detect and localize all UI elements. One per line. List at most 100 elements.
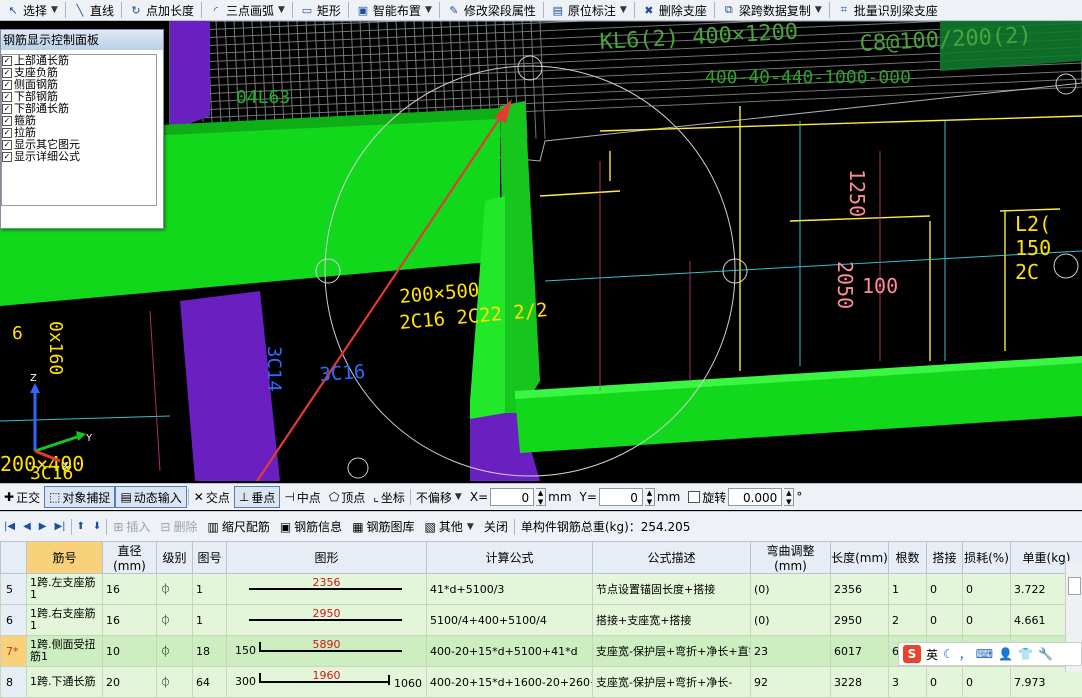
- coordinate-snap[interactable]: ⌞坐标: [369, 487, 409, 507]
- cell-name[interactable]: 1跨.下通长筋: [27, 667, 103, 698]
- cell-desc[interactable]: 节点设置锚固长度+搭接: [593, 574, 751, 605]
- chevron-down-icon[interactable]: ▼: [278, 5, 285, 15]
- first-record-icon[interactable]: |◀: [0, 521, 19, 532]
- cell-dia[interactable]: 16: [103, 605, 157, 636]
- column-header[interactable]: 损耗(%): [963, 542, 1011, 574]
- cell-dia[interactable]: 20: [103, 667, 157, 698]
- move-down-icon[interactable]: ⬇: [89, 521, 105, 532]
- vertex-snap[interactable]: ⬠顶点: [325, 487, 369, 507]
- cell-loss[interactable]: 0: [963, 605, 1011, 636]
- row-number[interactable]: 5: [1, 574, 27, 605]
- cell-dia[interactable]: 16: [103, 574, 157, 605]
- cell-formula[interactable]: 41*d+5100/3: [427, 574, 593, 605]
- toolbar-edit-beam-button[interactable]: ✎修改梁段属性: [441, 1, 542, 19]
- column-header[interactable]: 直径(mm): [103, 542, 157, 574]
- y-input[interactable]: 0: [599, 488, 643, 506]
- intersection-snap[interactable]: ✕交点: [190, 487, 234, 507]
- column-header[interactable]: 筋号: [27, 542, 103, 574]
- prev-record-icon[interactable]: ◀: [19, 521, 35, 532]
- chevron-down-icon[interactable]: ▼: [425, 5, 432, 15]
- column-header[interactable]: 公式描述: [593, 542, 751, 574]
- row-number[interactable]: 8: [1, 667, 27, 698]
- checkbox[interactable]: ✓: [2, 68, 12, 78]
- cell-length[interactable]: 2356: [831, 574, 889, 605]
- object-snap-toggle[interactable]: ⬚对象捕捉: [44, 486, 115, 508]
- cell-fig[interactable]: 1: [193, 605, 227, 636]
- cell-fig[interactable]: 1: [193, 574, 227, 605]
- cell-shape[interactable]: 19603001060: [227, 667, 427, 698]
- scale-rebar-button[interactable]: ▥缩尺配筋: [202, 517, 274, 537]
- column-header[interactable]: 级别: [157, 542, 193, 574]
- cell-count[interactable]: 2: [889, 605, 927, 636]
- panel-item-8[interactable]: ✓显示详细公式: [2, 151, 156, 163]
- y-spinner[interactable]: ▲▼: [645, 488, 655, 506]
- cell-bend[interactable]: (0): [751, 605, 831, 636]
- cell-loss[interactable]: 0: [963, 574, 1011, 605]
- insert-button[interactable]: ⊞插入: [108, 517, 155, 537]
- checkbox[interactable]: ✓: [2, 116, 12, 126]
- ime-toolbar[interactable]: S 英 ☾ ， ⌨ 👤 👕 🔧: [898, 642, 1082, 666]
- close-button[interactable]: 关闭: [479, 517, 513, 537]
- cell-bend[interactable]: 92: [751, 667, 831, 698]
- cell-shape[interactable]: 5890150: [227, 636, 427, 667]
- other-menu[interactable]: ▧其他▼: [420, 517, 479, 537]
- checkbox[interactable]: ✓: [2, 56, 12, 66]
- chevron-down-icon[interactable]: ▼: [51, 5, 58, 15]
- cell-desc[interactable]: 搭接+支座宽+搭接: [593, 605, 751, 636]
- column-header[interactable]: 长度(mm): [831, 542, 889, 574]
- perpendicular-snap[interactable]: ⊥垂点: [234, 486, 280, 508]
- cell-lap[interactable]: 0: [927, 605, 963, 636]
- cell-count[interactable]: 1: [889, 574, 927, 605]
- column-header[interactable]: [1, 542, 27, 574]
- ortho-toggle[interactable]: ✚正交: [0, 487, 44, 507]
- next-record-icon[interactable]: ▶: [35, 521, 51, 532]
- cell-desc[interactable]: 支座宽-保护层+弯折+净长+直锚: [593, 636, 751, 667]
- cell-loss[interactable]: 0: [963, 667, 1011, 698]
- chevron-down-icon[interactable]: ▼: [620, 5, 627, 15]
- checkbox[interactable]: ✓: [2, 80, 12, 90]
- move-up-icon[interactable]: ⬆: [73, 521, 89, 532]
- rebar-library-button[interactable]: ▦钢筋图库: [347, 517, 419, 537]
- table-row[interactable]: 51跨.左支座筋116⏀1235641*d+5100/3节点设置锚固长度+搭接(…: [1, 574, 1082, 605]
- cell-formula[interactable]: 400-20+15*d+1600-20+260+41: [427, 667, 593, 698]
- cell-formula[interactable]: 5100/4+400+5100/4: [427, 605, 593, 636]
- cell-length[interactable]: 2950: [831, 605, 889, 636]
- checkbox[interactable]: ✓: [2, 152, 12, 162]
- cell-grade[interactable]: ⏀: [157, 574, 193, 605]
- toolbar-rectangle-button[interactable]: ▭矩形: [294, 1, 347, 19]
- cell-dia[interactable]: 10: [103, 636, 157, 667]
- dynamic-input-toggle[interactable]: ▤动态输入: [115, 486, 186, 508]
- checkbox[interactable]: ✓: [2, 128, 12, 138]
- cell-name[interactable]: 1跨.右支座筋1: [27, 605, 103, 636]
- rebar-display-panel[interactable]: 钢筋显示控制面板 ✓上部通长筋✓支座负筋✓侧面钢筋✓下部钢筋✓下部通长筋✓箍筋✓…: [0, 29, 164, 229]
- column-header[interactable]: 图号: [193, 542, 227, 574]
- cell-lap[interactable]: 0: [927, 667, 963, 698]
- rotate-checkbox[interactable]: [688, 491, 700, 503]
- cell-length[interactable]: 6017: [831, 636, 889, 667]
- x-input[interactable]: 0: [490, 488, 534, 506]
- table-row[interactable]: 61跨.右支座筋116⏀129505100/4+400+5100/4搭接+支座宽…: [1, 605, 1082, 636]
- cell-fig[interactable]: 64: [193, 667, 227, 698]
- checkbox[interactable]: ✓: [2, 92, 12, 102]
- x-spinner[interactable]: ▲▼: [536, 488, 546, 506]
- cell-desc[interactable]: 支座宽-保护层+弯折+净长-: [593, 667, 751, 698]
- toolbar-line-button[interactable]: ╲直线: [67, 1, 120, 19]
- cell-grade[interactable]: ⏀: [157, 636, 193, 667]
- checkbox[interactable]: ✓: [2, 104, 12, 114]
- chevron-down-icon[interactable]: ▼: [815, 5, 822, 15]
- column-header[interactable]: 搭接: [927, 542, 963, 574]
- cell-length[interactable]: 3228: [831, 667, 889, 698]
- cell-grade[interactable]: ⏀: [157, 605, 193, 636]
- rotate-input[interactable]: 0.000: [728, 488, 782, 506]
- column-header[interactable]: 图形: [227, 542, 427, 574]
- toolbar-copy-span-data-button[interactable]: ⧉梁跨数据复制▼: [716, 1, 828, 19]
- cell-shape[interactable]: 2356: [227, 574, 427, 605]
- cell-lap[interactable]: 0: [927, 574, 963, 605]
- toolbar-delete-support-button[interactable]: ✖删除支座: [636, 1, 713, 19]
- cell-grade[interactable]: ⏀: [157, 667, 193, 698]
- scrollbar-thumb[interactable]: [1068, 577, 1081, 595]
- column-header[interactable]: 根数: [889, 542, 927, 574]
- column-header[interactable]: 计算公式: [427, 542, 593, 574]
- midpoint-snap[interactable]: ⊣中点: [280, 487, 324, 507]
- toolbar-smart-layout-button[interactable]: ▣智能布置▼: [350, 1, 438, 19]
